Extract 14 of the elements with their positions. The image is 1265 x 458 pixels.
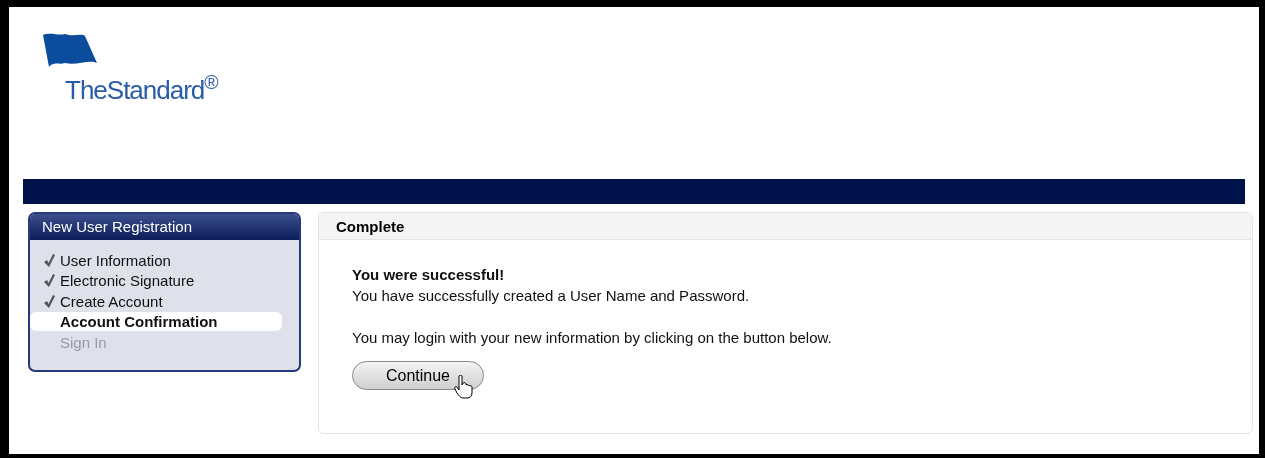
panel-title: Complete: [319, 213, 1252, 240]
step-item: Account Confirmation: [30, 312, 282, 332]
login-instruction: You may login with your new information by clicking on the button below.: [352, 328, 832, 348]
brand-logo: TheStandard$^{®}$: [65, 77, 218, 103]
hand-pointer-icon: [454, 375, 474, 399]
success-heading: You were successful!: [352, 265, 505, 285]
success-message: You have successfully created a User Name and Password.: [352, 286, 750, 306]
continue-button[interactable]: Continue: [352, 361, 484, 390]
step-item: Electronic Signature: [60, 271, 196, 291]
flag-logo-icon: [43, 33, 97, 69]
step-item: Create Account: [60, 291, 164, 311]
sidebar-title: New User Registration: [30, 214, 299, 240]
step-item: Sign In: [60, 332, 108, 352]
step-item: User Information: [60, 250, 172, 270]
